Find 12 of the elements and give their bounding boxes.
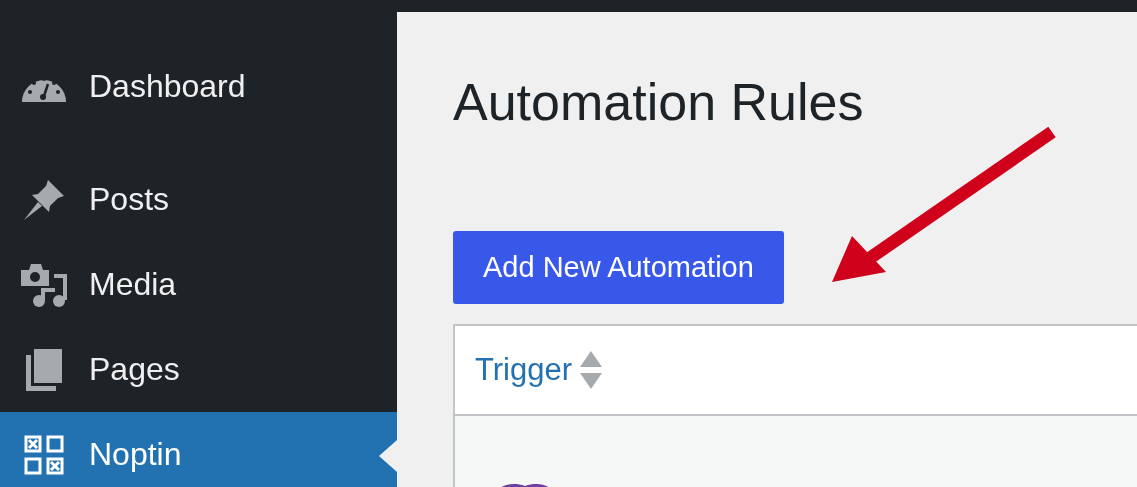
pages-icon bbox=[26, 348, 62, 391]
sidebar-item[interactable]: Media bbox=[0, 242, 397, 327]
sidebar-item[interactable]: Dashboard bbox=[0, 44, 397, 129]
sidebar-item[interactable]: Pages bbox=[0, 327, 397, 412]
camera-music-icon bbox=[21, 261, 67, 308]
sidebar-item[interactable]: Posts bbox=[0, 157, 397, 242]
sidebar-item[interactable]: Noptin bbox=[0, 412, 397, 487]
column-header[interactable]: Trigger bbox=[475, 351, 603, 389]
pushpin-icon bbox=[22, 177, 66, 222]
page-title: Automation Rules bbox=[453, 72, 864, 133]
grid-icon bbox=[24, 434, 64, 475]
add-automation-button[interactable]: Add New Automation bbox=[453, 231, 784, 304]
